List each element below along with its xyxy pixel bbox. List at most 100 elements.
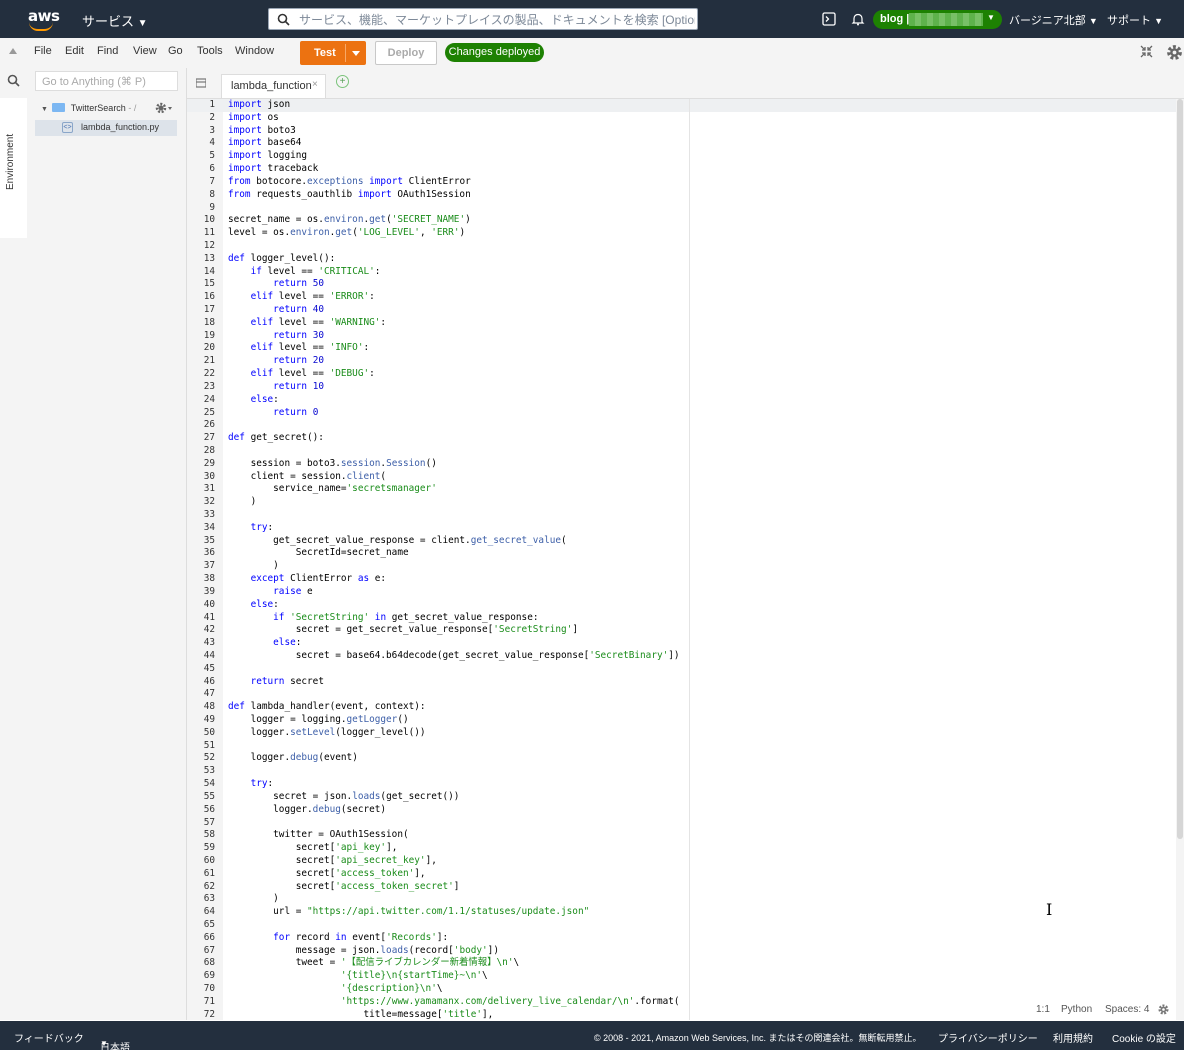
line-number: 17: [203, 304, 215, 315]
line-number: 10: [203, 214, 215, 226]
line-text: return 0: [273, 406, 319, 418]
line-number: 14: [203, 265, 215, 277]
line-text: for record in event['Records']:: [273, 931, 449, 943]
line-text: import boto3: [228, 124, 296, 136]
line-number: 28: [203, 444, 215, 456]
line-text: return 20: [273, 355, 324, 367]
language-mode[interactable]: Python: [1061, 1004, 1092, 1015]
line-number: 52: [203, 752, 215, 764]
line-text: secret_name = os.environ.get('SECRET_NAM…: [228, 214, 471, 226]
line-number: 34: [203, 521, 215, 533]
deploy-button[interactable]: Deploy: [375, 41, 437, 65]
scrollbar-thumb[interactable]: [1177, 99, 1183, 839]
line-text: return 10: [273, 380, 324, 392]
line-text: if 'SecretString' in get_secret_value_re…: [273, 611, 539, 623]
line-text: try:: [250, 778, 274, 790]
menu-view[interactable]: View: [133, 45, 157, 57]
collapse-up-icon[interactable]: [9, 48, 17, 54]
tab-list-icon[interactable]: [195, 77, 207, 91]
line-number: 63: [203, 893, 215, 905]
cursor-position[interactable]: 1:1: [1036, 1004, 1050, 1015]
menu-file[interactable]: File: [34, 45, 52, 57]
support-label: サポート: [1107, 15, 1151, 27]
line-text: ): [228, 560, 279, 572]
global-search-box[interactable]: [268, 8, 698, 30]
gear-icon[interactable]: [1157, 1003, 1170, 1019]
line-number: 19: [203, 329, 215, 341]
fullscreen-collapse-icon[interactable]: [1140, 45, 1153, 61]
line-text: return 30: [273, 329, 324, 341]
menu-window[interactable]: Window: [235, 45, 274, 57]
line-number: 48: [203, 701, 215, 713]
line-number: 23: [203, 380, 215, 392]
line-number: 2: [209, 111, 215, 123]
terms-link[interactable]: 利用規約: [1053, 1030, 1093, 1045]
privacy-link[interactable]: プライバシーポリシー: [938, 1030, 1038, 1045]
tab-lambda-function[interactable]: lambda_function ×: [221, 74, 326, 98]
line-number: 18: [203, 316, 215, 328]
environment-tab[interactable]: Environment: [0, 98, 28, 238]
line-text: from requests_oauthlib import OAuth1Sess…: [228, 188, 471, 200]
search-icon[interactable]: [7, 74, 20, 90]
tree-root-folder[interactable]: ▼ TwitterSearch - /: [41, 102, 172, 114]
line-text: service_name='secretsmanager': [228, 483, 437, 495]
chevron-down-icon[interactable]: ▼: [41, 106, 48, 113]
line-text: import base64: [228, 137, 302, 149]
account-id-redacted: [909, 13, 983, 26]
left-rail: Environment: [0, 68, 28, 1020]
gear-icon[interactable]: [1165, 43, 1184, 65]
line-number: 13: [203, 252, 215, 264]
go-to-anything-input[interactable]: [36, 73, 174, 91]
cookie-settings-link[interactable]: Cookie の設定: [1112, 1030, 1176, 1045]
chevron-down-icon[interactable]: [352, 51, 360, 56]
add-tab-icon[interactable]: +: [336, 75, 349, 88]
line-number: 30: [203, 470, 215, 482]
go-to-anything-box[interactable]: [35, 71, 178, 91]
bell-icon[interactable]: [851, 12, 865, 29]
menu-go[interactable]: Go: [168, 45, 183, 57]
line-text: ): [228, 893, 279, 905]
line-number: 9: [209, 201, 215, 213]
line-number: 68: [203, 957, 215, 969]
menu-tools[interactable]: Tools: [197, 45, 223, 57]
chevron-down-icon: ▼: [1154, 16, 1163, 26]
code-editor[interactable]: 1 import json 2 import os 3 import boto3 4 impo…: [187, 99, 1176, 1020]
indent-setting[interactable]: Spaces: 4: [1105, 1004, 1149, 1015]
feedback-link[interactable]: フィードバック: [14, 1030, 84, 1045]
menu-edit[interactable]: Edit: [65, 45, 84, 57]
line-text: elif level == 'DEBUG':: [250, 368, 375, 380]
line-number: 61: [203, 867, 215, 879]
root-folder-path: - /: [128, 103, 137, 113]
line-text: session = boto3.session.Session(): [228, 457, 437, 469]
account-menu[interactable]: blog | ▼: [873, 10, 1002, 29]
services-menu[interactable]: サービス ▼: [82, 11, 148, 30]
line-text: title=message['title'],: [228, 1008, 494, 1020]
services-label: サービス: [82, 14, 135, 29]
line-number: 58: [203, 829, 215, 841]
editor-vertical-scrollbar[interactable]: [1176, 99, 1184, 1020]
line-text: import json: [228, 99, 291, 110]
line-text: logger.debug(secret): [228, 803, 387, 815]
aws-logo[interactable]: aws: [27, 7, 60, 31]
menu-find[interactable]: Find: [97, 45, 118, 57]
line-text: return secret: [250, 675, 324, 687]
tree-file-lambda-function[interactable]: <> lambda_function.py: [35, 120, 177, 136]
line-text: return 50: [273, 278, 324, 290]
global-search-input[interactable]: [297, 10, 697, 30]
line-text: def get_secret():: [228, 432, 324, 444]
line-number: 54: [203, 778, 215, 790]
text-cursor-icon: I: [1046, 900, 1053, 919]
line-number: 11: [203, 227, 215, 239]
aws-smile-icon: [29, 22, 53, 31]
gear-icon[interactable]: [155, 102, 173, 116]
cloudshell-icon[interactable]: [822, 12, 836, 29]
line-number: 41: [203, 611, 215, 623]
region-selector[interactable]: バージニア北部 ▼: [1009, 12, 1098, 28]
python-file-icon: <>: [62, 122, 73, 133]
line-number: 42: [203, 624, 215, 636]
support-menu[interactable]: サポート ▼: [1107, 12, 1163, 28]
line-number: 25: [203, 406, 215, 418]
line-text: from botocore.exceptions import ClientEr…: [228, 175, 471, 187]
close-icon[interactable]: ×: [312, 79, 318, 90]
test-button[interactable]: Test: [300, 41, 366, 65]
